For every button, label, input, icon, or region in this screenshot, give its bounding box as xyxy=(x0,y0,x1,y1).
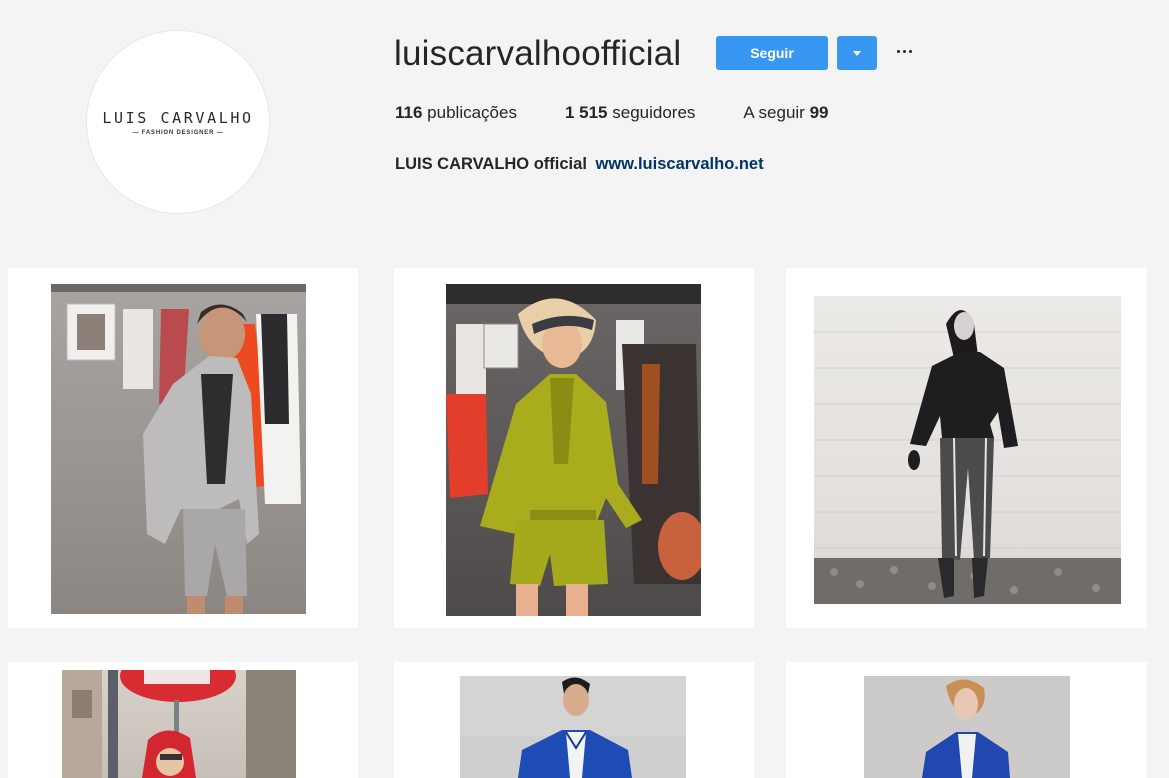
followers-label: seguidores xyxy=(612,103,696,122)
post-tile[interactable] xyxy=(8,268,358,628)
avatar-logo-text: LUIS CARVALHO xyxy=(102,108,254,127)
post-tile[interactable] xyxy=(394,662,754,778)
profile-avatar[interactable]: LUIS CARVALHO — FASHION DESIGNER — xyxy=(86,30,270,214)
followers-count: 1 515 xyxy=(564,103,608,122)
post-tile[interactable] xyxy=(786,268,1147,628)
post-image-art xyxy=(446,284,701,616)
posts-stat: 116 publicações xyxy=(395,103,517,123)
profile-bio: LUIS CARVALHO official www.luiscarvalho.… xyxy=(395,155,764,174)
post-image xyxy=(814,296,1121,604)
post-image-art xyxy=(814,310,1121,604)
profile-username: luiscarvalhoofficial xyxy=(394,34,682,73)
post-image-art xyxy=(460,676,686,778)
profile-stats: 116 publicações 1 515 seguidores A segui… xyxy=(395,103,877,123)
profile-header: LUIS CARVALHO — FASHION DESIGNER — luisc… xyxy=(0,0,1169,260)
followers-stat[interactable]: 1 515 seguidores xyxy=(565,103,695,123)
bio-full-name: LUIS CARVALHO official xyxy=(395,155,587,173)
more-options-icon[interactable] xyxy=(893,40,915,62)
follow-button[interactable]: Seguir xyxy=(716,36,828,70)
posts-count: 116 xyxy=(395,103,423,122)
suggestions-dropdown-button[interactable] xyxy=(837,36,877,70)
post-image xyxy=(864,676,1070,778)
post-image xyxy=(51,284,306,614)
post-tile[interactable] xyxy=(786,662,1147,778)
avatar-logo-subtitle: — FASHION DESIGNER — xyxy=(132,129,224,136)
bio-website-link[interactable]: www.luiscarvalho.net xyxy=(596,155,764,173)
chevron-down-icon xyxy=(853,50,861,56)
post-image-art xyxy=(62,670,296,778)
post-tile[interactable] xyxy=(394,268,754,628)
post-tile[interactable] xyxy=(8,662,358,778)
following-label: A seguir xyxy=(743,103,805,122)
posts-label: publicações xyxy=(427,103,517,122)
following-count: 99 xyxy=(809,103,829,122)
post-image-art xyxy=(864,676,1070,778)
post-image-art xyxy=(51,284,306,614)
post-image xyxy=(460,676,686,778)
post-image xyxy=(62,670,296,778)
post-image xyxy=(446,284,701,616)
following-stat[interactable]: A seguir 99 xyxy=(743,103,828,123)
